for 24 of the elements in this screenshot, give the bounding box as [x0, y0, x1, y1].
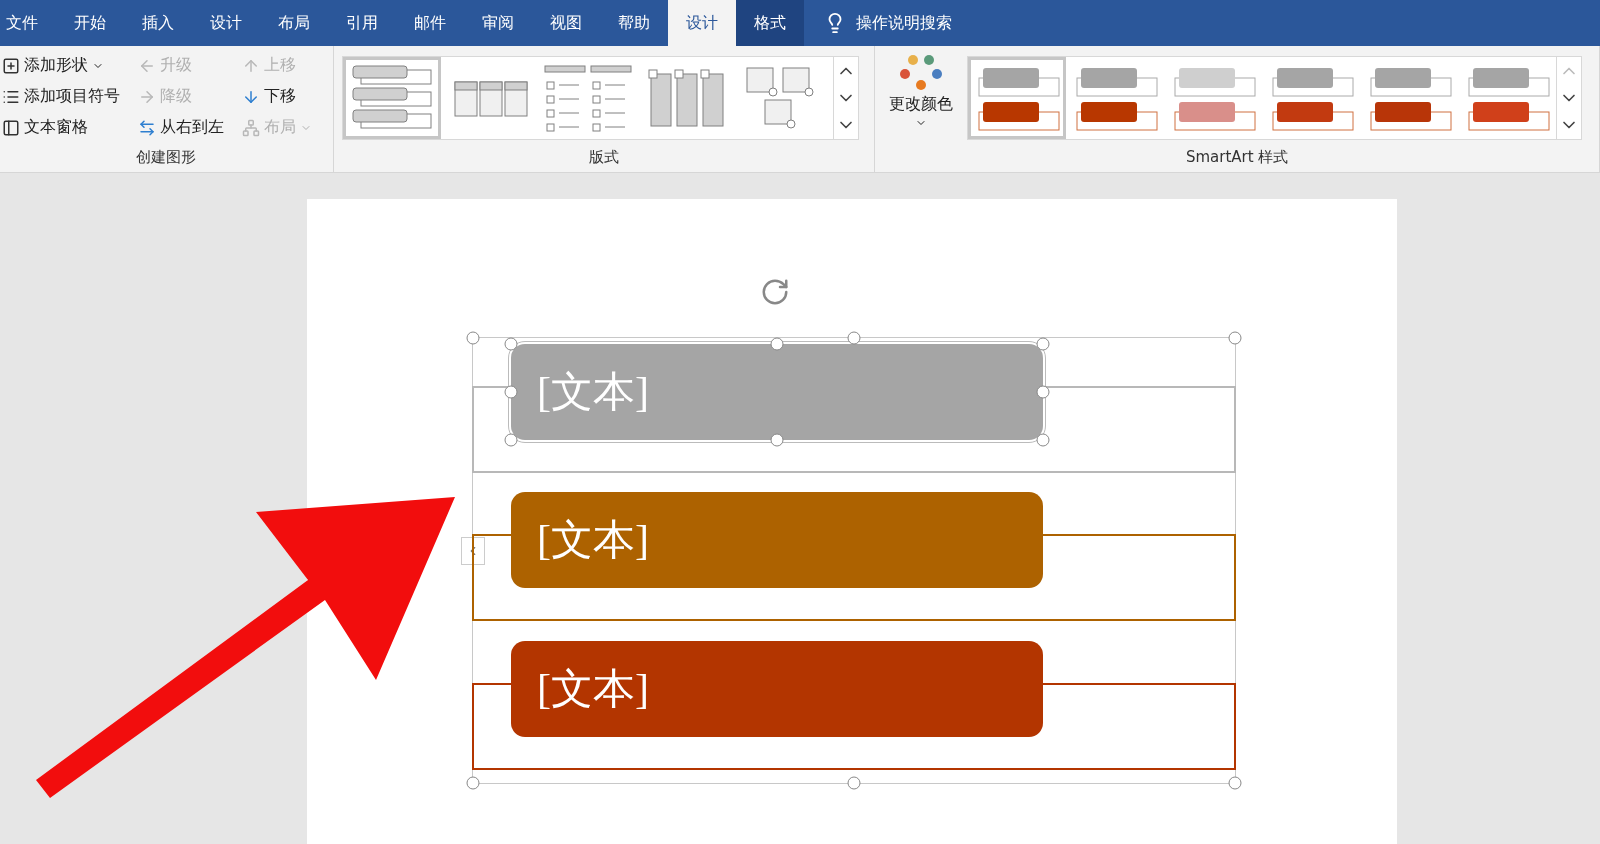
ribbon-tab[interactable]: 布局 — [260, 0, 328, 46]
ribbon-tab[interactable]: 帮助 — [600, 0, 668, 46]
ribbon-tab[interactable]: 设计 — [192, 0, 260, 46]
group-label: 创建图形 — [135, 148, 198, 168]
ribbon-tab[interactable]: 邮件 — [396, 0, 464, 46]
ribbon-tab[interactable]: 视图 — [532, 0, 600, 46]
ribbon-command[interactable]: 添加形状 — [0, 50, 122, 81]
ribbon-tab[interactable]: 开始 — [56, 0, 124, 46]
group-label: 版式 — [588, 148, 621, 168]
ribbon-command[interactable]: 添加项目符号 — [0, 81, 122, 112]
group-label: SmartArt 样式 — [1184, 148, 1290, 168]
change-colors-button[interactable]: 更改颜色 — [883, 50, 960, 133]
ribbon-tab[interactable]: 格式 — [736, 0, 804, 46]
ribbon-tab[interactable]: 插入 — [124, 0, 192, 46]
smartart-shape[interactable]: [文本] — [511, 492, 1043, 589]
ribbon-command[interactable]: 从右到左 — [136, 112, 226, 143]
ribbon-command[interactable]: 文本窗格 — [0, 112, 122, 143]
ribbon-tab[interactable]: 文件 — [0, 0, 56, 46]
ribbon-command[interactable]: 下移 — [240, 81, 314, 112]
smartart-shape[interactable]: [文本] — [511, 640, 1043, 737]
ribbon-tab[interactable]: 审阅 — [464, 0, 532, 46]
ribbon-tab[interactable]: 引用 — [328, 0, 396, 46]
ribbon-tab[interactable]: 设计 — [668, 0, 736, 46]
search-field[interactable]: 操作说明搜索 — [856, 12, 952, 34]
